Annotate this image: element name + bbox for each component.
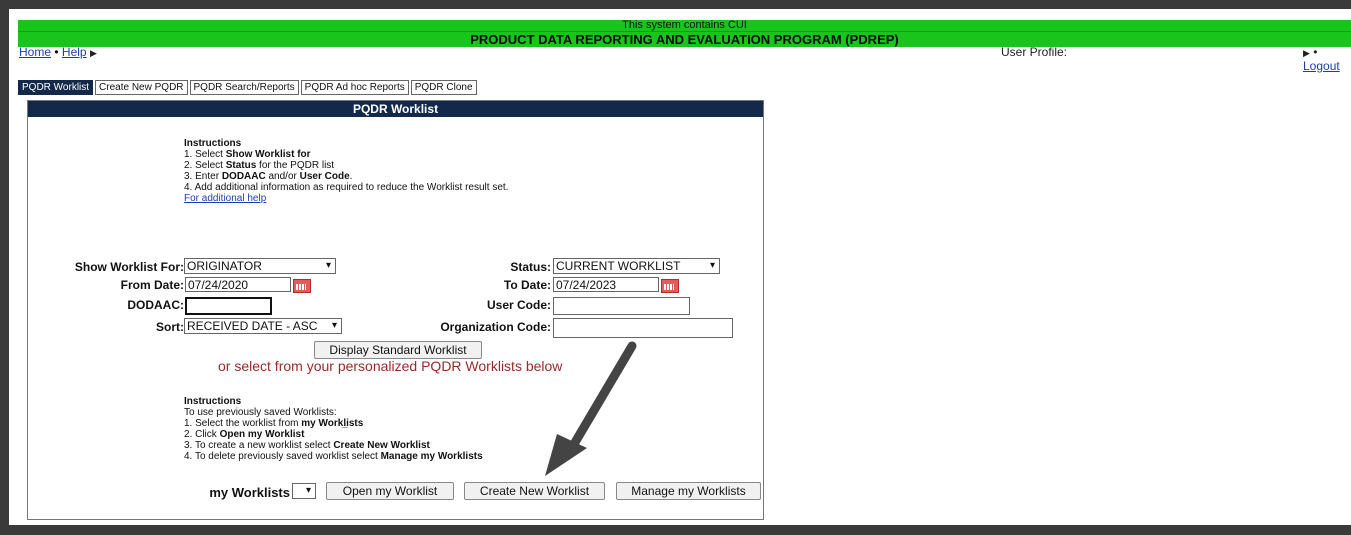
user-code-label: User Code: (486, 298, 551, 312)
organization-code-input[interactable] (553, 318, 733, 338)
manage-my-worklists-button[interactable]: Manage my Worklists (616, 482, 761, 500)
my-worklists-label: my Worklists (209, 485, 290, 500)
annotation-arrow-icon (545, 341, 637, 476)
tab-create-new-pqdr[interactable]: Create New PQDR (95, 80, 188, 95)
chevron-down-icon: ▾ (325, 260, 331, 271)
from-date-label: From Date: (120, 278, 184, 292)
bottom-border (0, 525, 1351, 535)
triangle-right-icon[interactable]: ▶ (1303, 48, 1310, 58)
show-worklist-select[interactable]: ORIGINATOR ▾ (184, 258, 336, 274)
worklist-panel: PQDR Worklist Instructions 1. Select Sho… (27, 100, 764, 520)
tab-pqdr-adhoc-reports[interactable]: PQDR Ad hoc Reports (300, 80, 409, 95)
top-nav: Home • Help ▶ User Profile: ▶ • Logout (19, 45, 1351, 73)
tab-pqdr-clone[interactable]: PQDR Clone (410, 80, 477, 95)
instructions-heading-2: Instructions (184, 396, 242, 407)
tab-pqdr-search-reports[interactable]: PQDR Search/Reports (189, 80, 299, 95)
saved-instruction-3: 3. To create a new worklist select Creat… (184, 440, 430, 451)
instruction-3: 3. Enter DODAAC and/or User Code. (184, 171, 353, 182)
saved-instruction-1: 1. Select the worklist from my Workl̲ist… (184, 418, 364, 429)
instruction-2: 2. Select Status for the PQDR list (184, 160, 335, 171)
dodaac-label: DODAAC: (127, 298, 184, 312)
panel-title: PQDR Worklist (28, 101, 763, 117)
tab-bar: PQDR Worklist Create New PQDR PQDR Searc… (18, 80, 479, 95)
user-profile-label: User Profile: (1001, 45, 1068, 59)
calendar-icon[interactable] (661, 279, 679, 293)
instructions-heading: Instructions (184, 138, 242, 149)
to-date-input[interactable]: 07/24/2023 (553, 277, 659, 292)
cui-banner: This system contains CUI (18, 20, 1351, 31)
triangle-right-icon[interactable]: ▶ (90, 48, 97, 58)
from-date-input[interactable]: 07/24/2020 (185, 277, 291, 292)
show-worklist-label: Show Worklist For: (74, 260, 184, 274)
to-date-label: To Date: (503, 278, 551, 292)
user-code-input[interactable] (553, 297, 690, 315)
chevron-down-icon: ▾ (305, 485, 311, 496)
create-new-worklist-button[interactable]: Create New Worklist (464, 482, 605, 500)
logout-area: ▶ • Logout (1303, 46, 1351, 73)
instruction-4: 4. Add additional information as require… (184, 182, 509, 193)
saved-instruction-2: 2. Click Open my Worklist (184, 429, 305, 440)
calendar-icon[interactable] (293, 279, 311, 293)
saved-instruction-4: 4. To delete previously saved worklist s… (184, 451, 483, 462)
home-help-links: Home • Help ▶ (19, 46, 97, 60)
additional-help-link[interactable]: For additional help (184, 193, 266, 204)
my-worklists-select[interactable]: ▾ (292, 483, 316, 499)
home-link[interactable]: Home (19, 45, 51, 59)
sort-select[interactable]: RECEIVED DATE - ASC ▾ (184, 318, 342, 334)
saved-worklist-instructions: Instructions To use previously saved Wor… (184, 396, 483, 462)
help-link[interactable]: Help (62, 45, 87, 59)
display-standard-worklist-button[interactable]: Display Standard Worklist (314, 341, 482, 359)
chevron-down-icon: ▾ (709, 260, 715, 271)
open-my-worklist-button[interactable]: Open my Worklist (326, 482, 454, 500)
instructions-block: Instructions 1. Select Show Worklist for… (184, 138, 508, 204)
nav-separator: • (1313, 45, 1318, 59)
status-label: Status: (510, 260, 551, 274)
dodaac-input[interactable] (185, 297, 272, 315)
tab-pqdr-worklist[interactable]: PQDR Worklist (18, 80, 94, 95)
sort-label: Sort: (156, 320, 184, 334)
saved-instructions-intro: To use previously saved Worklists: (184, 407, 337, 418)
status-select[interactable]: CURRENT WORKLIST ▾ (553, 258, 720, 274)
personalized-worklists-hint: or select from your personalized PQDR Wo… (218, 358, 563, 374)
chevron-down-icon: ▾ (331, 320, 337, 331)
organization-code-label: Organization Code: (440, 320, 551, 334)
nav-separator: • (54, 45, 59, 59)
instruction-1: 1. Select Show Worklist for (184, 149, 311, 160)
logout-link[interactable]: Logout (1303, 59, 1340, 73)
